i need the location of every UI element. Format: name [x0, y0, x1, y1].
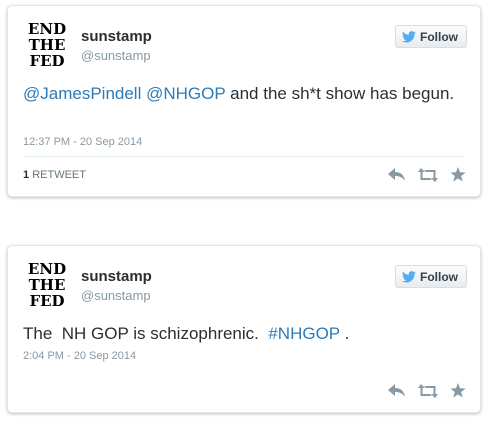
retweet-count[interactable]: 1 RETWEET [23, 169, 86, 181]
follow-button[interactable]: Follow [395, 265, 467, 288]
star-icon[interactable] [450, 167, 466, 182]
reply-icon[interactable] [388, 167, 406, 182]
twitter-bird-icon [402, 30, 416, 43]
author-name[interactable]: sunstamp [81, 28, 152, 45]
tweet-text: @JamesPindell @NHGOP and the sh*t show h… [23, 82, 463, 105]
twitter-bird-icon [402, 270, 416, 283]
follow-label: Follow [420, 29, 458, 44]
retweet-count-value: 1 [23, 169, 30, 181]
reply-icon[interactable] [388, 383, 406, 398]
author-handle[interactable]: @sunstamp [81, 48, 151, 63]
tweet-actions [388, 167, 466, 182]
divider [23, 156, 465, 157]
retweet-count-label: RETWEET [32, 169, 86, 181]
tweet-text-part: The NH GOP is schizophrenic. [23, 324, 269, 343]
follow-button[interactable]: Follow [395, 25, 467, 48]
retweet-icon[interactable] [418, 383, 438, 398]
avatar-word: FED [29, 52, 64, 67]
star-icon[interactable] [450, 383, 466, 398]
tweet-text: The NH GOP is schizophrenic. #NHGOP . [23, 322, 463, 345]
tweet-card: END THE FED sunstamp @sunstamp Follow @J… [7, 5, 481, 197]
tweet-text-part: . [339, 324, 350, 343]
avatar-word: FED [29, 292, 64, 307]
avatar[interactable]: END THE FED [23, 259, 71, 307]
tweet-text-part: and the sh*t show has begun. [225, 84, 455, 103]
hashtag-link[interactable]: #NHGOP [268, 324, 340, 343]
timestamp-link[interactable]: 2:04 PM - 20 Sep 2014 [23, 350, 136, 362]
timestamp-link[interactable]: 12:37 PM - 20 Sep 2014 [23, 136, 142, 148]
avatar[interactable]: END THE FED [23, 19, 71, 67]
follow-label: Follow [420, 269, 458, 284]
author-name[interactable]: sunstamp [81, 268, 152, 285]
mention-link[interactable]: @JamesPindell [23, 84, 141, 103]
author-handle[interactable]: @sunstamp [81, 288, 151, 303]
retweet-icon[interactable] [418, 167, 438, 182]
tweet-card: END THE FED sunstamp @sunstamp Follow Th… [7, 245, 481, 413]
tweet-actions [388, 383, 466, 398]
mention-link[interactable]: @NHGOP [146, 84, 225, 103]
